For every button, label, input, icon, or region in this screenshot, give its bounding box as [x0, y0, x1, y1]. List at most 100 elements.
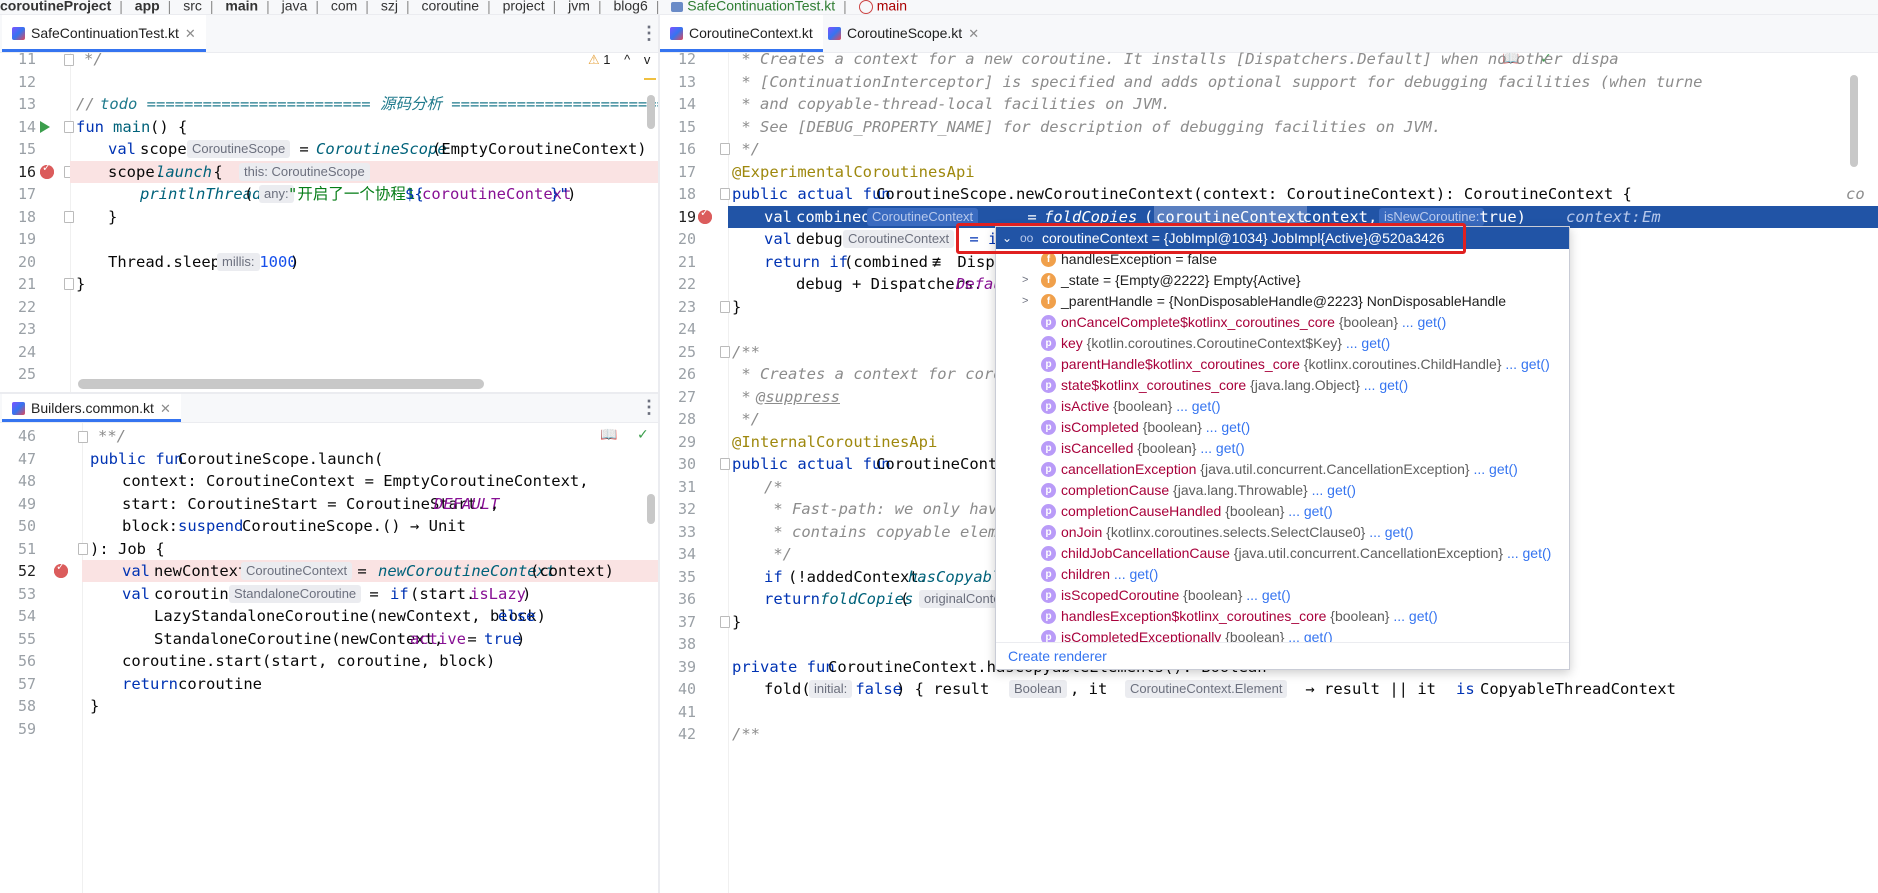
breakpoint-icon[interactable] [698, 206, 712, 224]
debugger-tree-row[interactable]: f handlesException = false [996, 249, 1569, 270]
vertical-scrollbar[interactable] [647, 95, 655, 129]
debugger-tree-row[interactable]: > f _state = {Empty@2222} Empty{Active} [996, 270, 1569, 291]
breadcrumb-item[interactable]: main [225, 0, 258, 14]
breadcrumb-item[interactable]: blog6 [613, 0, 647, 14]
code-line: fun main() { [76, 118, 188, 136]
editor-pane-builders: Builders.common.kt ✕ ⋮ 📖 ✓ 46 47 48 49 50… [0, 394, 658, 893]
property-icon: p [1041, 546, 1056, 561]
code-line: block: suspend CoroutineScope.() → Unit [122, 517, 466, 535]
get-link[interactable]: ... get() [1202, 419, 1250, 435]
get-link[interactable]: ... get() [1284, 503, 1332, 519]
get-link[interactable]: ... get() [1242, 587, 1290, 603]
debugger-tree-row[interactable]: p onJoin {kotlinx.coroutines.selects.Sele… [996, 522, 1569, 543]
get-link[interactable]: ... get() [1110, 566, 1158, 582]
inlay-hint: this: CoroutineScope [239, 163, 370, 181]
debugger-tree-row[interactable]: p parentHandle$kotlinx_coroutines_core {k… [996, 354, 1569, 375]
variable-type: {kotlinx.coroutines.selects.SelectClause… [1102, 524, 1366, 540]
inlay-hint: StandaloneCoroutine [229, 585, 362, 603]
breakpoint-icon[interactable] [40, 161, 54, 179]
kotlin-file-icon [828, 27, 841, 40]
inlay-hint: CoroutineContext [867, 208, 979, 226]
horizontal-scrollbar[interactable] [78, 379, 484, 389]
debugger-tree-row[interactable]: p state$kotlinx_coroutines_core {java.lan… [996, 375, 1569, 396]
code-line: */ [732, 140, 760, 158]
debugger-tree-row[interactable]: p isActive {boolean} ... get() [996, 396, 1569, 417]
debugger-tree-row[interactable]: p completionCause {java.lang.Throwable} .… [996, 480, 1569, 501]
breadcrumb-item[interactable]: coroutine [421, 0, 479, 14]
code-line: val scope CoroutineScope = CoroutineScop… [108, 140, 647, 158]
get-link[interactable]: ... get() [1308, 482, 1356, 498]
debugger-tree-row[interactable]: p isCompleted {boolean} ... get() [996, 417, 1569, 438]
property-icon: p [1041, 483, 1056, 498]
debugger-tree-row[interactable]: p key {kotlin.coroutines.CoroutineContext… [996, 333, 1569, 354]
tab-coroutinescope[interactable]: CoroutineScope.kt ✕ [818, 15, 989, 51]
code-line: **/ [98, 427, 126, 445]
collapse-arrow-icon[interactable]: ⌄ [1002, 227, 1012, 249]
debugger-tree-row[interactable]: p completionCauseHandled {boolean} ... ge… [996, 501, 1569, 522]
create-renderer-link[interactable]: Create renderer [996, 642, 1569, 669]
debugger-tree-row[interactable]: > f _parentHandle = {NonDisposableHandle@2… [996, 291, 1569, 312]
get-link[interactable]: ... get() [1365, 524, 1413, 540]
code-line: @ExperimentalCoroutinesApi [732, 163, 975, 181]
variable-type: {java.lang.Throwable} [1169, 482, 1308, 498]
error-stripe-marker[interactable] [644, 78, 656, 80]
breadcrumb-item[interactable]: app [135, 0, 160, 14]
vertical-scrollbar[interactable] [1850, 75, 1858, 167]
variable-name: _state [1061, 272, 1100, 288]
get-link[interactable]: ... get() [1470, 461, 1517, 477]
close-icon[interactable]: ✕ [160, 401, 171, 416]
breadcrumb-item[interactable]: main [877, 0, 907, 14]
code-line: coroutine.start(start, coroutine, block) [122, 652, 496, 670]
get-link[interactable]: ... get() [1398, 314, 1446, 330]
debugger-tree-row[interactable]: p isCancelled {boolean} ... get() [996, 438, 1569, 459]
breadcrumb-item[interactable]: java [282, 0, 308, 14]
breadcrumb-item[interactable]: SafeContinuationTest.kt [687, 0, 835, 14]
kebab-menu-icon[interactable]: ⋮ [640, 23, 658, 44]
debugger-tree-row[interactable]: p children ... get() [996, 564, 1569, 585]
debugger-tree-row[interactable]: p cancellationException {java.util.concur… [996, 459, 1569, 480]
breakpoint-icon[interactable] [54, 560, 68, 578]
kebab-menu-icon[interactable]: ⋮ [640, 397, 658, 418]
breadcrumb-item[interactable]: coroutineProject [0, 0, 111, 14]
get-link[interactable]: ... get() [1389, 608, 1437, 624]
get-link[interactable]: ... get() [1172, 398, 1220, 414]
breadcrumb-item[interactable]: com [331, 0, 357, 14]
tab-safecontinuationtest[interactable]: SafeContinuationTest.kt ✕ [2, 15, 206, 52]
get-link[interactable]: ... get() [1503, 545, 1551, 561]
property-icon: p [1041, 504, 1056, 519]
code-line: */ [84, 50, 103, 68]
get-link[interactable]: ... get() [1360, 377, 1408, 393]
code-line: context: CoroutineContext = EmptyCorouti… [122, 472, 589, 490]
debugger-value-popup[interactable]: ⌄ oo coroutineContext = {JobImpl@1034} J… [995, 226, 1570, 670]
close-icon[interactable]: ✕ [185, 26, 196, 41]
tab-coroutinecontext[interactable]: CoroutineContext.kt [660, 15, 823, 52]
breadcrumb-item[interactable]: jvm [568, 0, 590, 14]
kotlin-file-icon [670, 27, 683, 40]
kotlin-file-icon [12, 402, 25, 415]
code-line: } [108, 208, 118, 226]
code-line: return coroutine [122, 675, 262, 693]
breadcrumb-item[interactable]: src [183, 0, 202, 14]
get-link[interactable]: ... get() [1196, 440, 1244, 456]
tab-builders-common[interactable]: Builders.common.kt ✕ [2, 394, 181, 422]
expand-arrow-icon[interactable]: > [1022, 291, 1028, 312]
code-line: public fun CoroutineScope.launch( [90, 450, 384, 468]
get-link[interactable]: ... get() [1502, 356, 1549, 372]
breadcrumb-item[interactable]: szj [381, 0, 398, 14]
debugger-tree-row[interactable]: p handlesException$kotlinx_coroutines_cor… [996, 606, 1569, 627]
expand-arrow-icon[interactable]: > [1022, 270, 1028, 291]
variable-name: isCompleted [1061, 419, 1139, 435]
close-icon[interactable]: ✕ [968, 26, 979, 41]
debugger-tree-row[interactable]: p childJobCancellationCause {java.util.co… [996, 543, 1569, 564]
vertical-scrollbar[interactable] [647, 494, 655, 524]
breadcrumb-item[interactable]: project [503, 0, 545, 14]
code-line: } [76, 275, 86, 293]
debugger-root-row[interactable]: ⌄ oo coroutineContext = {JobImpl@1034} J… [996, 227, 1569, 249]
code-line: Thread.sleep( millis: 1000) [108, 253, 300, 271]
get-link[interactable]: ... get() [1342, 335, 1390, 351]
inlay-hint: isNewCoroutine: [1379, 208, 1485, 226]
function-icon [858, 0, 873, 14]
debugger-tree-row[interactable]: p isScopedCoroutine {boolean} ... get() [996, 585, 1569, 606]
debugger-tree-row[interactable]: p onCancelComplete$kotlinx_coroutines_cor… [996, 312, 1569, 333]
watch-icon: oo [1020, 231, 1034, 245]
